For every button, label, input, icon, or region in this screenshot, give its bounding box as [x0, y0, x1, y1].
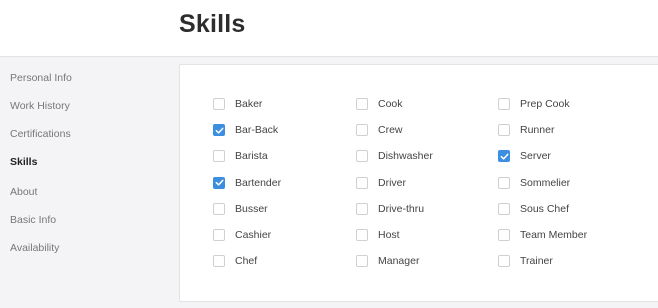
sidebar-item-certifications[interactable]: Certifications — [10, 128, 71, 140]
skill-label: Bartender — [235, 176, 282, 189]
skill-label: Busser — [235, 202, 268, 215]
skill-option-bartender[interactable]: Bartender — [213, 176, 282, 189]
skill-label: Prep Cook — [520, 98, 570, 110]
skill-label: Baker — [235, 98, 263, 110]
skill-label: Barista — [235, 150, 268, 163]
skill-label: Crew — [378, 124, 403, 137]
skill-checkbox[interactable] — [356, 255, 368, 268]
skill-option-dishwasher[interactable]: Dishwasher — [356, 150, 433, 163]
skill-checkbox[interactable] — [213, 176, 225, 189]
sidebar-item-basic-info[interactable]: Basic Info — [10, 214, 56, 226]
skill-label: Manager — [378, 255, 420, 268]
skill-option-sous-chef[interactable]: Sous Chef — [498, 202, 570, 215]
skill-checkbox[interactable] — [498, 124, 510, 137]
skill-checkbox[interactable] — [498, 202, 510, 215]
skill-checkbox[interactable] — [498, 229, 510, 241]
skill-label: Team Member — [520, 229, 588, 241]
skill-option-host[interactable]: Host — [356, 229, 400, 241]
skill-option-trainer[interactable]: Trainer — [498, 255, 553, 268]
skill-option-barista[interactable]: Barista — [213, 150, 268, 163]
skill-checkbox[interactable] — [356, 124, 368, 137]
sidebar-item-work-history[interactable]: Work History — [10, 100, 70, 112]
sidebar-item-personal-info[interactable]: Personal Info — [10, 72, 72, 84]
skill-label: Sommelier — [520, 176, 571, 189]
skill-label: Bar-Back — [235, 124, 279, 137]
skill-checkbox[interactable] — [498, 150, 510, 163]
skill-option-prep-cook[interactable]: Prep Cook — [498, 98, 570, 110]
check-icon — [215, 127, 224, 134]
check-icon — [215, 179, 224, 186]
skill-checkbox[interactable] — [356, 176, 368, 189]
skill-label: Trainer — [520, 255, 553, 268]
skill-checkbox[interactable] — [498, 98, 510, 110]
skill-option-cashier[interactable]: Cashier — [213, 229, 271, 241]
skill-label: Cashier — [235, 229, 272, 241]
skill-label: Chef — [235, 255, 258, 268]
skill-checkbox[interactable] — [356, 202, 368, 215]
skill-option-baker[interactable]: Baker — [213, 98, 262, 110]
skill-option-busser[interactable]: Busser — [213, 202, 268, 215]
skill-option-runner[interactable]: Runner — [498, 124, 555, 137]
skill-option-bar-back[interactable]: Bar-Back — [213, 124, 279, 137]
skill-checkbox[interactable] — [356, 229, 368, 241]
skill-label: Cook — [378, 98, 403, 110]
sidebar-item-availability[interactable]: Availability — [10, 242, 59, 254]
sidebar-item-skills[interactable]: Skills — [10, 156, 37, 168]
skill-option-chef[interactable]: Chef — [213, 255, 258, 268]
check-icon — [500, 153, 509, 160]
skill-checkbox[interactable] — [356, 150, 368, 163]
skill-checkbox[interactable] — [213, 202, 225, 215]
skill-checkbox[interactable] — [213, 255, 225, 268]
skill-label: Server — [520, 150, 551, 163]
skill-option-cook[interactable]: Cook — [356, 98, 403, 110]
skill-label: Sous Chef — [520, 202, 570, 215]
skill-option-server[interactable]: Server — [498, 150, 551, 163]
skill-label: Runner — [520, 124, 555, 137]
skill-option-crew[interactable]: Crew — [356, 124, 403, 137]
skill-option-team-member[interactable]: Team Member — [498, 229, 587, 241]
sidebar-item-about[interactable]: About — [10, 186, 37, 198]
skills-card: Baker Bar-Back Barista Bartender Busser Cashi… — [179, 64, 658, 302]
skill-option-sommelier[interactable]: Sommelier — [498, 176, 571, 189]
skill-checkbox[interactable] — [498, 176, 510, 189]
skill-checkbox[interactable] — [356, 98, 368, 110]
skill-label: Driver — [378, 176, 406, 189]
skill-label: Host — [378, 229, 400, 241]
skill-checkbox[interactable] — [213, 150, 225, 163]
skill-checkbox[interactable] — [213, 98, 225, 110]
skill-option-drive-thru[interactable]: Drive-thru — [356, 202, 425, 215]
page-title: Skills — [179, 10, 246, 38]
skill-checkbox[interactable] — [213, 229, 225, 241]
page-header: Skills — [0, 0, 658, 57]
skill-option-driver[interactable]: Driver — [356, 176, 406, 189]
skill-label: Dishwasher — [378, 150, 433, 163]
skill-option-manager[interactable]: Manager — [356, 255, 420, 268]
skill-checkbox[interactable] — [498, 255, 510, 268]
skill-label: Drive-thru — [378, 202, 425, 215]
skill-checkbox[interactable] — [213, 124, 225, 137]
